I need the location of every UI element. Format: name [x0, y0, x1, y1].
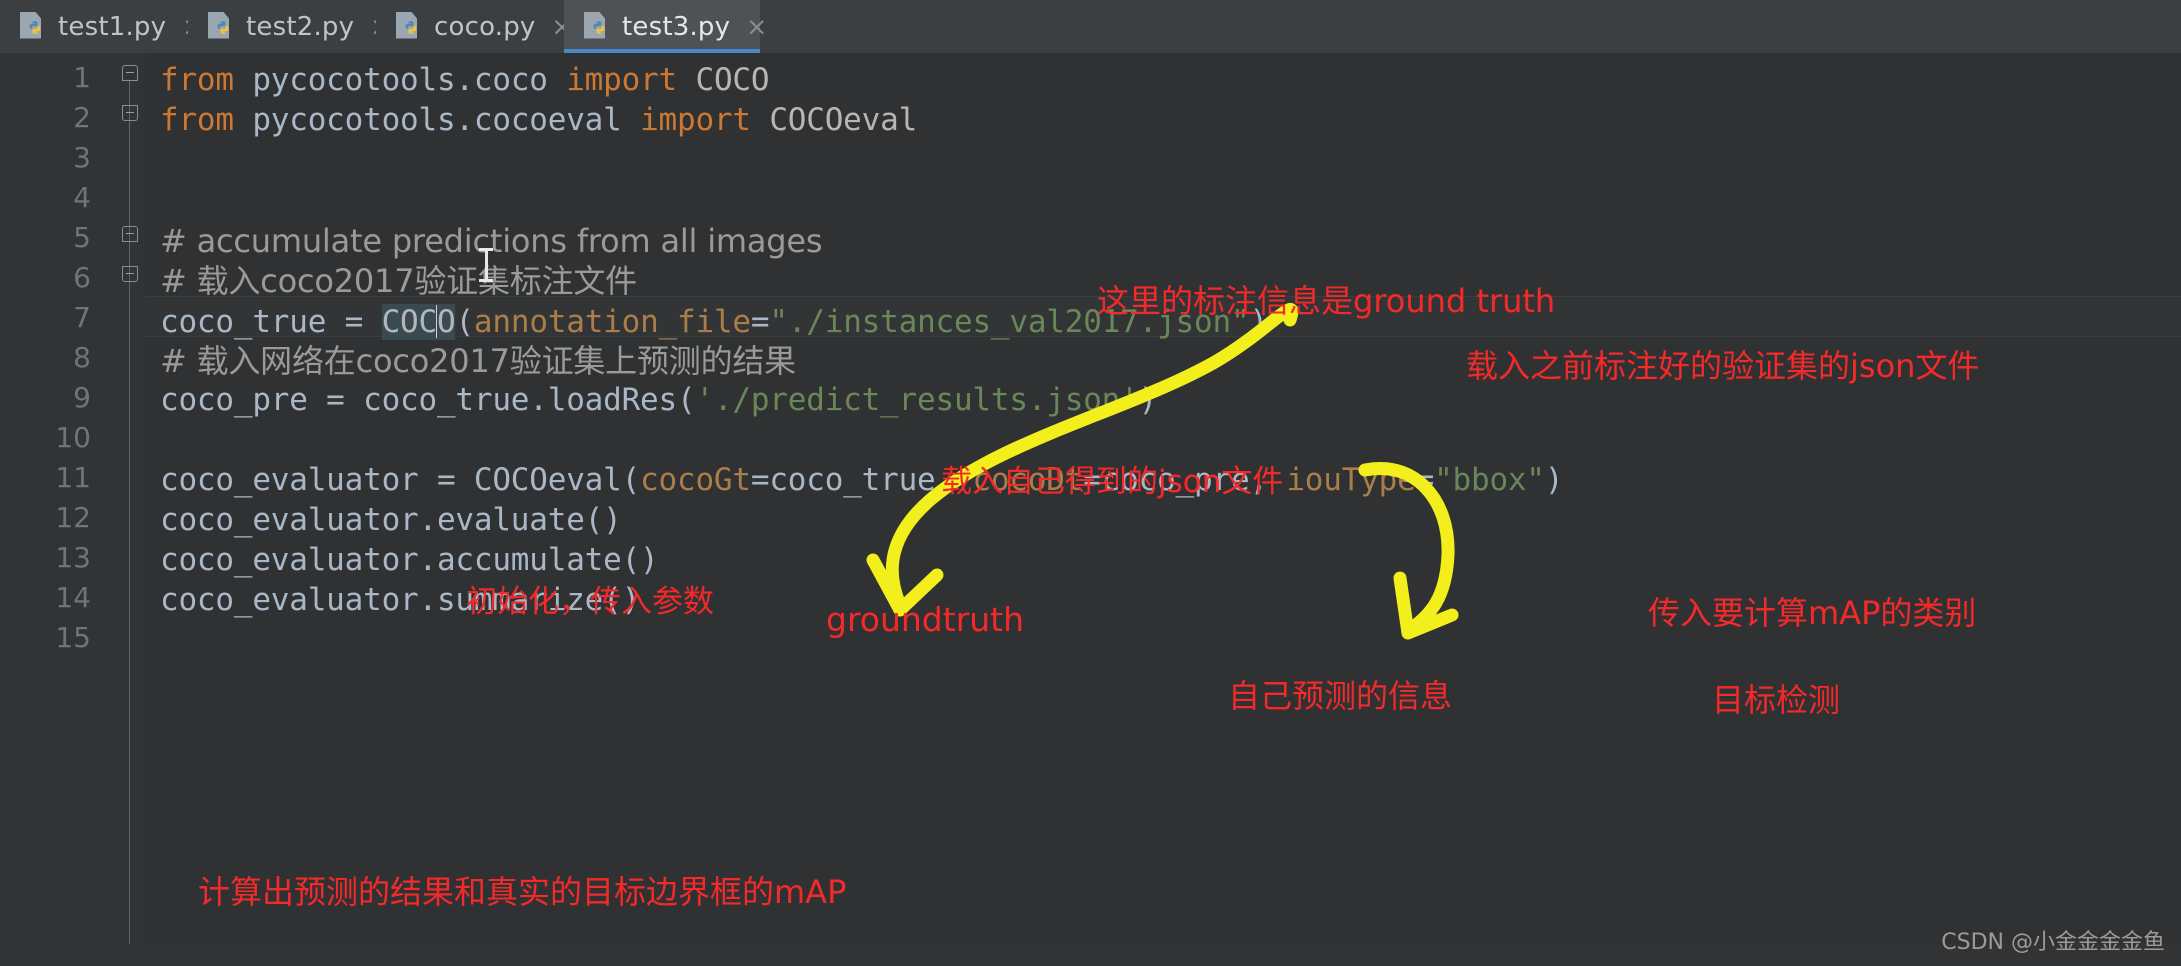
line-number: 6 — [73, 261, 91, 294]
pycharm-window: test1.py × test2.py × coco.p — [0, 0, 2181, 966]
python-logo-icon — [405, 20, 417, 34]
line-number: 12 — [55, 501, 91, 534]
annotation-map-category: 传入要计算mAP的类别 — [1648, 594, 1977, 632]
iou-type-string: "bbox" — [1434, 462, 1545, 498]
line-number: 13 — [55, 541, 91, 574]
equals-sign: = — [1415, 462, 1435, 498]
predict-results-string: './predict_results.json' — [695, 382, 1139, 418]
line-number: 14 — [55, 581, 91, 614]
paren-close: ) — [1138, 382, 1158, 418]
tab-close-icon[interactable]: × — [746, 14, 767, 39]
module-path: pycocotools.cocoeval — [233, 102, 641, 138]
coco-class-rest: O — [436, 304, 456, 340]
annotation-init-params: 初始化，传入参数 — [466, 584, 714, 620]
annotation-ground-truth: 这里的标注信息是ground truth — [1097, 282, 1556, 320]
python-logo-icon — [593, 20, 605, 34]
keyword-import: import — [640, 102, 751, 138]
tab-label: coco.py — [434, 11, 536, 42]
line-number: 7 — [73, 301, 91, 334]
python-file-icon — [584, 11, 610, 42]
code-line-12: coco_evaluator.evaluate() — [160, 502, 622, 538]
tab-test1-py[interactable]: test1.py × — [0, 0, 203, 53]
editor-tab-bar: test1.py × test2.py × coco.p — [0, 0, 2181, 53]
code-text-area[interactable]: from pycocotools.coco import COCO from p… — [146, 53, 2181, 966]
paren-open: ( — [455, 304, 474, 340]
csdn-watermark: CSDN @小金金金金鱼 — [1941, 930, 2165, 955]
tab-test2-py[interactable]: test2.py × — [188, 0, 391, 53]
tab-test3-py[interactable]: test3.py × — [564, 0, 767, 53]
code-line-9: coco_pre = coco_true.loadRes('./predict_… — [160, 385, 1157, 416]
line-number: 8 — [73, 341, 91, 374]
annotation-own-prediction: 自己预测的信息 — [1228, 677, 1453, 715]
line-number: 1 — [73, 61, 91, 94]
fold-marker-collapse-imports[interactable] — [122, 65, 138, 81]
line-number: 3 — [73, 141, 91, 174]
equals-sign: = — [750, 304, 770, 340]
python-logo-icon — [217, 20, 229, 34]
value-coco-true: =coco_true, — [750, 462, 973, 498]
tab-label: test3.py — [622, 11, 731, 42]
fold-guide-line — [129, 301, 130, 961]
tab-label: test2.py — [246, 11, 355, 42]
fold-marker-collapse-comment[interactable] — [122, 226, 138, 242]
code-line-8-comment: # 载入网络在coco2017验证集上预测的结果 — [160, 342, 796, 380]
annotation-load-val-json: 载入之前标注好的验证集的json文件 — [1466, 347, 1980, 385]
cocoeval-call: coco_evaluator = COCOeval( — [160, 462, 641, 498]
code-line-6-comment: # 载入coco2017验证集标注文件 — [160, 262, 637, 300]
python-file-icon — [20, 11, 46, 42]
code-line-2: from pycocotools.cocoeval import COCOeva… — [160, 105, 917, 136]
mouse-text-cursor — [479, 248, 493, 282]
imported-name: COCOeval — [750, 102, 918, 138]
tab-label: test1.py — [58, 11, 167, 42]
python-file-icon — [208, 11, 234, 42]
imported-name: COCO — [677, 62, 770, 98]
annotation-object-detection: 目标检测 — [1712, 681, 1841, 719]
editor-bottom-bar — [0, 944, 2181, 966]
keyword-from: from — [160, 62, 234, 98]
assign-target: coco_true = — [160, 304, 382, 340]
line-number: 15 — [55, 621, 91, 654]
line-number: 4 — [73, 181, 91, 214]
code-line-13: coco_evaluator.accumulate() — [160, 542, 659, 578]
line-number-gutter: 1 2 3 4 5 6 7 8 9 10 11 12 13 14 15 — [0, 53, 114, 966]
fold-marker-end-comment[interactable] — [122, 266, 138, 282]
code-editor[interactable]: 1 2 3 4 5 6 7 8 9 10 11 12 13 14 15 from… — [0, 53, 2181, 966]
code-folding-gutter[interactable] — [113, 53, 146, 966]
coco-class-selected: COC — [381, 304, 437, 340]
line-number: 2 — [73, 101, 91, 134]
python-file-icon — [396, 11, 422, 42]
code-line-1: from pycocotools.coco import COCO — [160, 62, 770, 98]
param-iouType: iouType — [1286, 462, 1416, 498]
line-number: 11 — [55, 461, 91, 494]
line-number: 5 — [73, 221, 91, 254]
line-number: 10 — [55, 421, 91, 454]
keyword-from: from — [160, 102, 234, 138]
paren-close: ) — [1544, 462, 1564, 498]
keyword-import: import — [566, 62, 678, 98]
module-path: pycocotools.coco — [233, 62, 567, 98]
param-cocoGt: cocoGt — [640, 462, 751, 498]
annotation-map-result: 计算出预测的结果和真实的目标边界框的mAP — [198, 873, 847, 911]
annotation-groundtruth-label: groundtruth — [826, 600, 1025, 639]
python-logo-icon — [29, 20, 41, 34]
loadres-call: coco_pre = coco_true.loadRes( — [160, 382, 696, 418]
line-number: 9 — [73, 381, 91, 414]
fold-marker-end-imports[interactable] — [122, 105, 138, 121]
param-annotation-file: annotation_file — [473, 304, 751, 340]
annotation-load-own-json: 载入自己得到的json文件 — [941, 464, 1284, 500]
tab-coco-py[interactable]: coco.py × — [376, 0, 572, 53]
code-line-11: coco_evaluator = COCOeval(cocoGt=coco_tr… — [160, 462, 1564, 498]
